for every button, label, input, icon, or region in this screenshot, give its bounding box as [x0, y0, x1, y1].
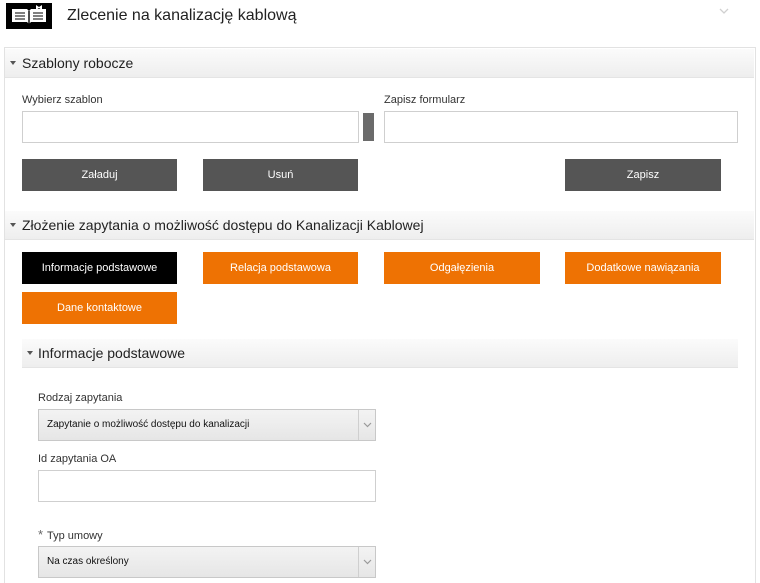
contract-type-value: Na czas określony [47, 556, 129, 567]
tab-branches[interactable]: Odgałęzienia [384, 252, 540, 284]
open-book-icon [6, 3, 52, 29]
chevron-down-icon[interactable] [718, 6, 730, 16]
save-button[interactable]: Zapisz [565, 159, 721, 191]
request-type-value: Zapytanie o możliwość dostępu do kanaliz… [47, 419, 250, 430]
basic-info-section-header[interactable]: Informacje podstawowe [22, 339, 738, 368]
dropdown-toggle-button[interactable] [363, 113, 374, 141]
oa-id-label: Id zapytania OA [38, 453, 117, 465]
page-title: Zlecenie na kanalizację kablową [67, 7, 297, 24]
load-button[interactable]: Załaduj [22, 159, 177, 191]
contract-type-label: Typ umowy [47, 530, 103, 542]
save-form-label: Zapisz formularz [384, 94, 466, 106]
collapse-triangle-icon [27, 351, 33, 355]
choose-template-input[interactable] [22, 111, 359, 143]
request-section-header[interactable]: Złożenie zapytania o możliwość dostępu d… [5, 211, 754, 240]
templates-section-header[interactable]: Szablony robocze [5, 49, 754, 78]
oa-id-input[interactable] [38, 470, 376, 502]
header: Zlecenie na kanalizację kablową [0, 0, 760, 34]
choose-template-label: Wybierz szablon [22, 94, 103, 106]
save-form-input[interactable] [384, 111, 738, 143]
required-asterisk: * [38, 527, 44, 542]
collapse-triangle-icon [10, 223, 16, 227]
contract-type-select[interactable]: Na czas określony [38, 546, 376, 578]
tab-basic-relation[interactable]: Relacja podstawowa [203, 252, 358, 284]
tab-basic-info[interactable]: Informacje podstawowe [22, 252, 177, 284]
tab-contact-data[interactable]: Dane kontaktowe [22, 292, 177, 324]
tab-additional-connections[interactable]: Dodatkowe nawiązania [565, 252, 721, 284]
templates-section-title: Szablony robocze [22, 55, 134, 71]
request-section-title: Złożenie zapytania o możliwość dostępu d… [22, 217, 424, 233]
delete-button[interactable]: Usuń [203, 159, 358, 191]
request-type-select[interactable]: Zapytanie o możliwość dostępu do kanaliz… [38, 409, 376, 441]
request-type-label: Rodzaj zapytania [38, 392, 123, 404]
page: Zlecenie na kanalizację kablową Szablony… [0, 0, 760, 583]
chevron-down-icon[interactable] [358, 547, 375, 577]
collapse-triangle-icon [10, 61, 16, 65]
chevron-down-icon[interactable] [358, 410, 375, 440]
basic-info-section-title: Informacje podstawowe [38, 345, 186, 361]
